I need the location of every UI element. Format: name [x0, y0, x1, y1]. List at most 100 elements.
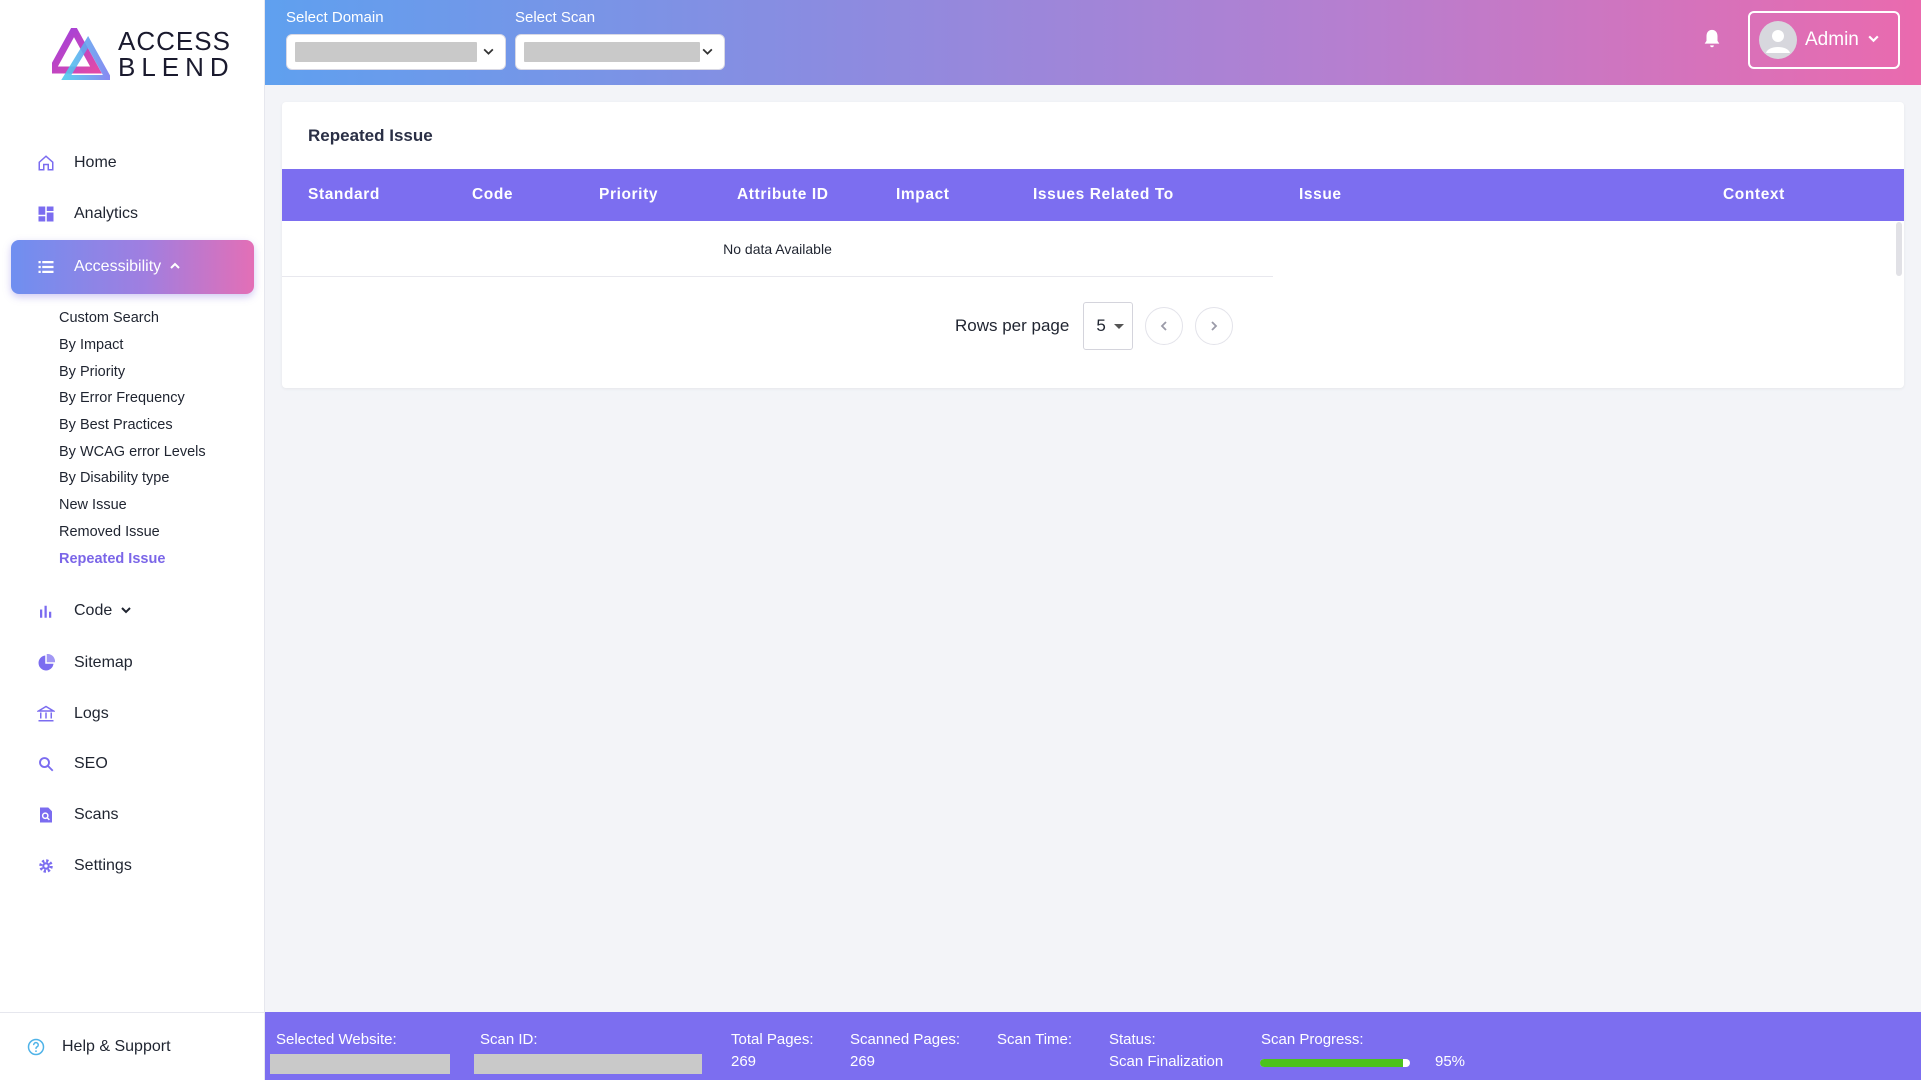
table-scrollbar[interactable] [1896, 222, 1902, 276]
top-header: Select Domain Select Scan Admin [265, 0, 1921, 85]
page-title: Repeated Issue [308, 126, 433, 145]
submenu-item-by-priority[interactable]: By Priority [59, 358, 206, 385]
scan-select[interactable] [515, 34, 725, 70]
column-header-impact[interactable]: Impact [896, 169, 950, 221]
submenu-item-new-issue[interactable]: New Issue [59, 492, 206, 519]
sidebar-item-label: Scans [74, 806, 119, 823]
submenu-item-by-disability-type[interactable]: By Disability type [59, 465, 206, 492]
domain-value-placeholder [295, 42, 477, 62]
selected-website-label: Selected Website: [276, 1031, 397, 1048]
bar-chart-icon [36, 601, 56, 621]
sidebar: ACCESS BLEND Home Analytics Accessibilit… [0, 0, 265, 1080]
submenu-item-removed-issue[interactable]: Removed Issue [59, 519, 206, 546]
rows-per-page-select[interactable]: 5 [1083, 302, 1134, 350]
brand-line-2: BLEND [118, 52, 235, 82]
brand-logo[interactable]: ACCESS BLEND [46, 22, 230, 82]
help-support-link[interactable]: Help & Support [0, 1012, 265, 1080]
total-pages-value: 269 [731, 1053, 757, 1070]
status-value: Scan Finalization [1109, 1053, 1224, 1070]
scan-id-value [474, 1054, 702, 1074]
chevron-up-icon [169, 260, 181, 275]
accessibility-submenu: Custom Search By Impact By Priority By E… [59, 305, 206, 572]
gear-icon [36, 856, 56, 876]
sidebar-item-scans[interactable]: Scans [11, 789, 254, 841]
sidebar-item-seo[interactable]: SEO [11, 738, 254, 790]
chevron-down-icon [482, 45, 495, 61]
empty-table-message: No data Available [282, 221, 1273, 277]
scan-time-label: Scan Time: [997, 1031, 1073, 1048]
list-icon [36, 257, 56, 277]
submenu-item-repeated-issue[interactable]: Repeated Issue [59, 545, 206, 572]
column-header-issues-related-to[interactable]: Issues Related To [1033, 169, 1174, 221]
column-header-priority[interactable]: Priority [599, 169, 658, 221]
sidebar-item-label: Home [74, 154, 117, 171]
table-pagination: Rows per page 5 [955, 301, 1234, 351]
select-domain-label: Select Domain [286, 9, 384, 26]
document-search-icon [36, 805, 56, 825]
submenu-item-by-error-frequency[interactable]: By Error Frequency [59, 385, 206, 412]
rows-per-page-value: 5 [1096, 316, 1106, 335]
sidebar-item-accessibility[interactable]: Accessibility [11, 240, 254, 294]
scan-progress-bar [1260, 1059, 1410, 1067]
chevron-left-icon [1161, 321, 1167, 331]
user-name-label: Admin [1805, 29, 1859, 50]
scan-progress-fill [1260, 1059, 1403, 1067]
submenu-item-by-impact[interactable]: By Impact [59, 332, 206, 359]
sidebar-item-analytics[interactable]: Analytics [11, 188, 254, 240]
caret-down-icon [1114, 324, 1125, 329]
home-icon [36, 153, 56, 173]
column-header-context[interactable]: Context [1723, 169, 1785, 221]
search-icon [36, 754, 56, 774]
scan-progress-label: Scan Progress: [1261, 1031, 1364, 1048]
column-header-standard[interactable]: Standard [308, 169, 380, 221]
sidebar-item-label: Sitemap [74, 654, 133, 671]
rows-per-page-label: Rows per page [955, 316, 1070, 335]
scan-value-placeholder [524, 42, 700, 62]
sidebar-item-home[interactable]: Home [11, 137, 254, 189]
scan-id-label: Scan ID: [480, 1031, 538, 1048]
status-label: Status: [1109, 1031, 1156, 1048]
submenu-item-by-best-practices[interactable]: By Best Practices [59, 412, 206, 439]
sidebar-item-label: Settings [74, 857, 132, 874]
column-header-code[interactable]: Code [472, 169, 513, 221]
chevron-down-icon [1867, 32, 1880, 48]
column-header-attribute-id[interactable]: Attribute ID [737, 169, 829, 221]
table-header: Standard Code Priority Attribute ID Impa… [282, 169, 1904, 221]
sidebar-item-label: Analytics [74, 205, 139, 222]
chevron-right-icon [1211, 321, 1218, 331]
help-support-label: Help & Support [62, 1037, 171, 1055]
next-page-button[interactable] [1195, 307, 1234, 345]
avatar [1759, 21, 1797, 59]
help-circle-icon [26, 1037, 46, 1057]
scanned-pages-value: 269 [850, 1053, 876, 1070]
column-header-issue[interactable]: Issue [1299, 169, 1342, 221]
scanned-pages-label: Scanned Pages: [850, 1031, 961, 1048]
sidebar-item-logs[interactable]: Logs [11, 688, 254, 740]
scan-status-bar: Selected Website: Scan ID: Total Pages: … [265, 1012, 1921, 1080]
scan-progress-value: 95% [1435, 1053, 1466, 1070]
selected-website-value [270, 1054, 450, 1074]
submenu-item-custom-search[interactable]: Custom Search [59, 305, 206, 332]
sidebar-item-settings[interactable]: Settings [11, 840, 254, 892]
chevron-down-icon [701, 45, 714, 61]
submenu-item-by-wcag-levels[interactable]: By WCAG error Levels [59, 438, 206, 465]
sidebar-item-sitemap[interactable]: Sitemap [11, 637, 254, 689]
select-scan-label: Select Scan [515, 9, 596, 26]
sidebar-item-label: Code [74, 602, 113, 619]
sidebar-item-label: Accessibility [74, 258, 162, 275]
repeated-issue-card: Repeated Issue Standard Code Priority At… [282, 102, 1904, 388]
sidebar-item-code[interactable]: Code [11, 585, 254, 637]
dashboard-icon [36, 204, 56, 224]
total-pages-label: Total Pages: [731, 1031, 814, 1048]
domain-select[interactable] [286, 34, 506, 70]
pie-chart-icon [36, 653, 56, 673]
bell-icon[interactable] [1698, 25, 1726, 53]
sidebar-item-label: SEO [74, 755, 108, 772]
logo-icon [46, 22, 114, 81]
brand-line-1: ACCESS [118, 26, 231, 56]
user-menu-button[interactable]: Admin [1748, 11, 1900, 69]
sidebar-item-label: Logs [74, 705, 109, 722]
previous-page-button[interactable] [1145, 307, 1184, 345]
chevron-down-icon [120, 604, 132, 619]
bank-icon [36, 704, 56, 724]
